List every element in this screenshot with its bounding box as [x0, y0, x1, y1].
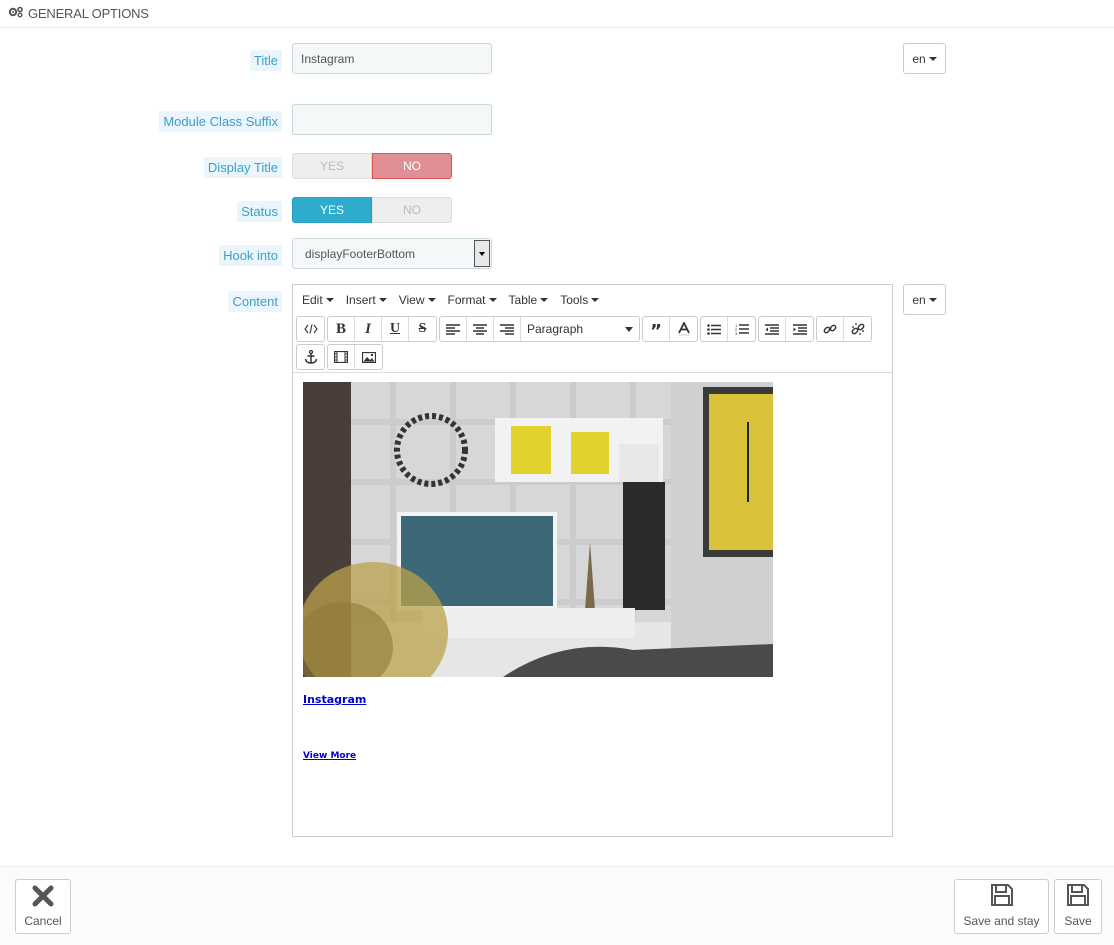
close-icon: [32, 885, 54, 910]
menu-edit[interactable]: Edit: [297, 293, 339, 307]
menu-view[interactable]: View: [394, 293, 441, 307]
menu-tools[interactable]: Tools: [555, 293, 604, 307]
menu-format[interactable]: Format: [443, 293, 502, 307]
link-icon[interactable]: [817, 317, 844, 341]
outdent-icon[interactable]: [759, 317, 786, 341]
menu-view-label: View: [398, 292, 425, 307]
content-image[interactable]: [303, 382, 773, 677]
title-label: Title: [249, 50, 282, 71]
menu-table-label: Table: [508, 292, 538, 307]
toolbar-group-media: [327, 344, 383, 370]
toolbar-group-align: Paragraph: [439, 316, 640, 342]
menu-edit-label: Edit: [302, 292, 323, 307]
view-more-link[interactable]: View More: [303, 751, 356, 761]
editor-menubar: Edit Insert View Format Table Tools: [293, 285, 892, 314]
numbered-list-icon[interactable]: 123: [728, 317, 755, 341]
toolbar-group-quote: ”: [642, 316, 698, 342]
menu-table[interactable]: Table: [504, 293, 554, 307]
toolbar-group-anchor: [296, 344, 325, 370]
unlink-icon[interactable]: [844, 317, 871, 341]
anchor-icon[interactable]: [297, 345, 324, 369]
italic-icon[interactable]: I: [355, 317, 382, 341]
display-title-switch[interactable]: YES NO: [292, 153, 452, 179]
bullet-list-icon[interactable]: [701, 317, 728, 341]
strikethrough-icon[interactable]: S: [409, 317, 436, 341]
align-center-icon[interactable]: [467, 317, 494, 341]
panel-title: GENERAL OPTIONS: [28, 6, 149, 21]
align-left-icon[interactable]: [440, 317, 467, 341]
chevron-down-icon: [540, 297, 549, 302]
text-color-icon[interactable]: [670, 317, 697, 341]
display-title-no-option[interactable]: NO: [372, 153, 452, 179]
menu-format-label: Format: [447, 292, 486, 307]
select-arrow-icon[interactable]: [474, 240, 490, 267]
save-and-stay-button[interactable]: Save and stay: [954, 879, 1049, 934]
menu-tools-label: Tools: [560, 292, 589, 307]
blockquote-icon[interactable]: ”: [643, 317, 670, 341]
panel-heading: GENERAL OPTIONS: [0, 0, 1114, 28]
source-code-icon[interactable]: [297, 317, 324, 341]
status-no-option[interactable]: NO: [372, 197, 452, 223]
save-label: Save: [1064, 914, 1092, 928]
video-icon[interactable]: [328, 345, 355, 369]
bold-icon[interactable]: B: [328, 317, 355, 341]
block-format-value: Paragraph: [527, 322, 584, 336]
chevron-down-icon: [488, 297, 497, 302]
menu-insert[interactable]: Insert: [341, 293, 392, 307]
hook-into-value: displayFooterBottom: [305, 246, 416, 261]
content-language-value: en: [912, 292, 926, 307]
content-title-link[interactable]: Instagram: [303, 693, 366, 706]
title-language-select[interactable]: en: [903, 43, 946, 74]
module-class-suffix-input[interactable]: [292, 104, 492, 135]
status-switch[interactable]: YES NO: [292, 197, 452, 223]
title-input[interactable]: Instagram: [292, 43, 492, 74]
module-class-suffix-label: Module Class Suffix: [159, 111, 282, 132]
editor-toolbar: B I U S Paragraph ” 1 2 3: [293, 314, 892, 372]
chevron-down-icon: [378, 297, 387, 302]
display-title-yes-option[interactable]: YES: [292, 153, 372, 179]
hook-into-select[interactable]: displayFooterBottom: [292, 238, 492, 269]
content-language-select[interactable]: en: [903, 284, 946, 315]
toolbar-group-lists: 123: [700, 316, 756, 342]
gears-icon: [8, 6, 24, 21]
toolbar-group-text-style: B I U S: [327, 316, 437, 342]
align-right-icon[interactable]: [494, 317, 521, 341]
editor-content-area[interactable]: Instagram View More: [293, 372, 892, 836]
chevron-down-icon: [427, 297, 436, 302]
display-title-label: Display Title: [203, 157, 282, 178]
indent-icon[interactable]: [786, 317, 813, 341]
save-icon: [1066, 883, 1090, 910]
rich-text-editor: Edit Insert View Format Table Tools B I …: [292, 284, 893, 837]
chevron-down-icon: [928, 297, 937, 302]
cancel-label: Cancel: [24, 914, 62, 928]
underline-icon[interactable]: U: [382, 317, 409, 341]
content-label: Content: [228, 291, 282, 312]
chevron-down-icon: [325, 297, 334, 302]
save-button[interactable]: Save: [1054, 879, 1102, 934]
toolbar-group-links: [816, 316, 872, 342]
image-icon[interactable]: [355, 345, 382, 369]
toolbar-group-code: [296, 316, 325, 342]
save-icon: [990, 883, 1014, 910]
chevron-down-icon: [625, 326, 633, 332]
block-format-select[interactable]: Paragraph: [521, 317, 639, 341]
chevron-down-icon: [928, 56, 937, 61]
toolbar-group-indent: [758, 316, 814, 342]
title-language-value: en: [912, 51, 926, 66]
panel-footer: Cancel Save and stay Save: [0, 866, 1114, 945]
svg-text:3: 3: [735, 331, 738, 335]
menu-insert-label: Insert: [345, 292, 376, 307]
hook-into-label: Hook into: [219, 245, 282, 266]
status-label: Status: [237, 201, 282, 222]
chevron-down-icon: [591, 297, 600, 302]
status-yes-option[interactable]: YES: [292, 197, 372, 223]
save-and-stay-label: Save and stay: [963, 914, 1040, 928]
cancel-button[interactable]: Cancel: [15, 879, 71, 934]
